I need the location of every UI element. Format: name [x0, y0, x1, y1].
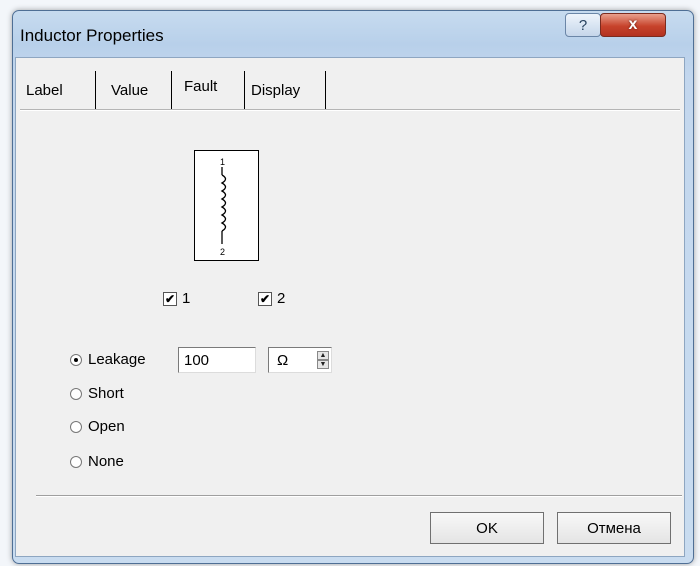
radio-open[interactable]: Open [70, 418, 125, 435]
window-title: Inductor Properties [20, 26, 164, 45]
pin-1-checkbox-row[interactable]: ✔ 1 [163, 290, 190, 307]
radio-open-dot[interactable] [70, 420, 82, 433]
cancel-button[interactable]: Отмена [557, 512, 671, 544]
inductor-symbol: 1 2 [194, 150, 259, 261]
tab-value-text: Value [111, 81, 149, 99]
unit-value: Ω [277, 352, 289, 369]
pin-2-checkbox-label: 2 [277, 290, 286, 307]
tab-display[interactable]: Display [244, 71, 326, 109]
radio-leakage-dot[interactable] [70, 353, 82, 366]
inductor-schematic: 1 2 [220, 157, 227, 257]
tab-divider-highlight [20, 110, 680, 111]
tab-display-text: Display [251, 81, 301, 99]
radio-none-label: None [88, 453, 124, 470]
pin-2-checkbox[interactable]: ✔ [258, 291, 272, 306]
tab-value[interactable]: Value [105, 71, 172, 109]
pin-1-checkbox[interactable]: ✔ [163, 291, 177, 306]
footer-divider-highlight [36, 496, 682, 497]
pin-1-checkbox-label: 1 [182, 290, 191, 307]
close-button[interactable]: x [600, 13, 666, 37]
tab-label-text: Label [26, 81, 63, 99]
spin-down-icon[interactable]: ▼ [317, 360, 329, 369]
coil-path [220, 174, 227, 232]
tab-fault-text: Fault [184, 77, 218, 95]
unit-selector[interactable]: Ω ▲ ▼ [268, 347, 332, 373]
radio-none-dot[interactable] [70, 455, 82, 468]
pin-2-checkbox-row[interactable]: ✔ 2 [258, 290, 285, 307]
tab-fault[interactable]: Fault [178, 67, 240, 105]
leakage-value-input[interactable]: 100 [178, 347, 256, 373]
dialog-body [15, 57, 685, 557]
pin-1-label: 1 [220, 157, 225, 167]
help-button[interactable]: ? [565, 13, 601, 37]
unit-spinner[interactable]: ▲ ▼ [317, 351, 329, 369]
radio-short[interactable]: Short [70, 385, 124, 402]
radio-leakage-label: Leakage [88, 351, 146, 368]
tab-label[interactable]: Label [20, 71, 96, 109]
radio-leakage[interactable]: Leakage [70, 351, 146, 368]
radio-short-label: Short [88, 385, 124, 402]
help-icon: ? [578, 16, 588, 34]
pin-2-label: 2 [220, 247, 225, 257]
radio-none[interactable]: None [70, 453, 124, 470]
close-icon: x [628, 16, 638, 33]
radio-short-dot[interactable] [70, 387, 82, 400]
ok-button[interactable]: OK [430, 512, 544, 544]
radio-open-label: Open [88, 418, 125, 435]
spin-up-icon[interactable]: ▲ [317, 351, 329, 360]
